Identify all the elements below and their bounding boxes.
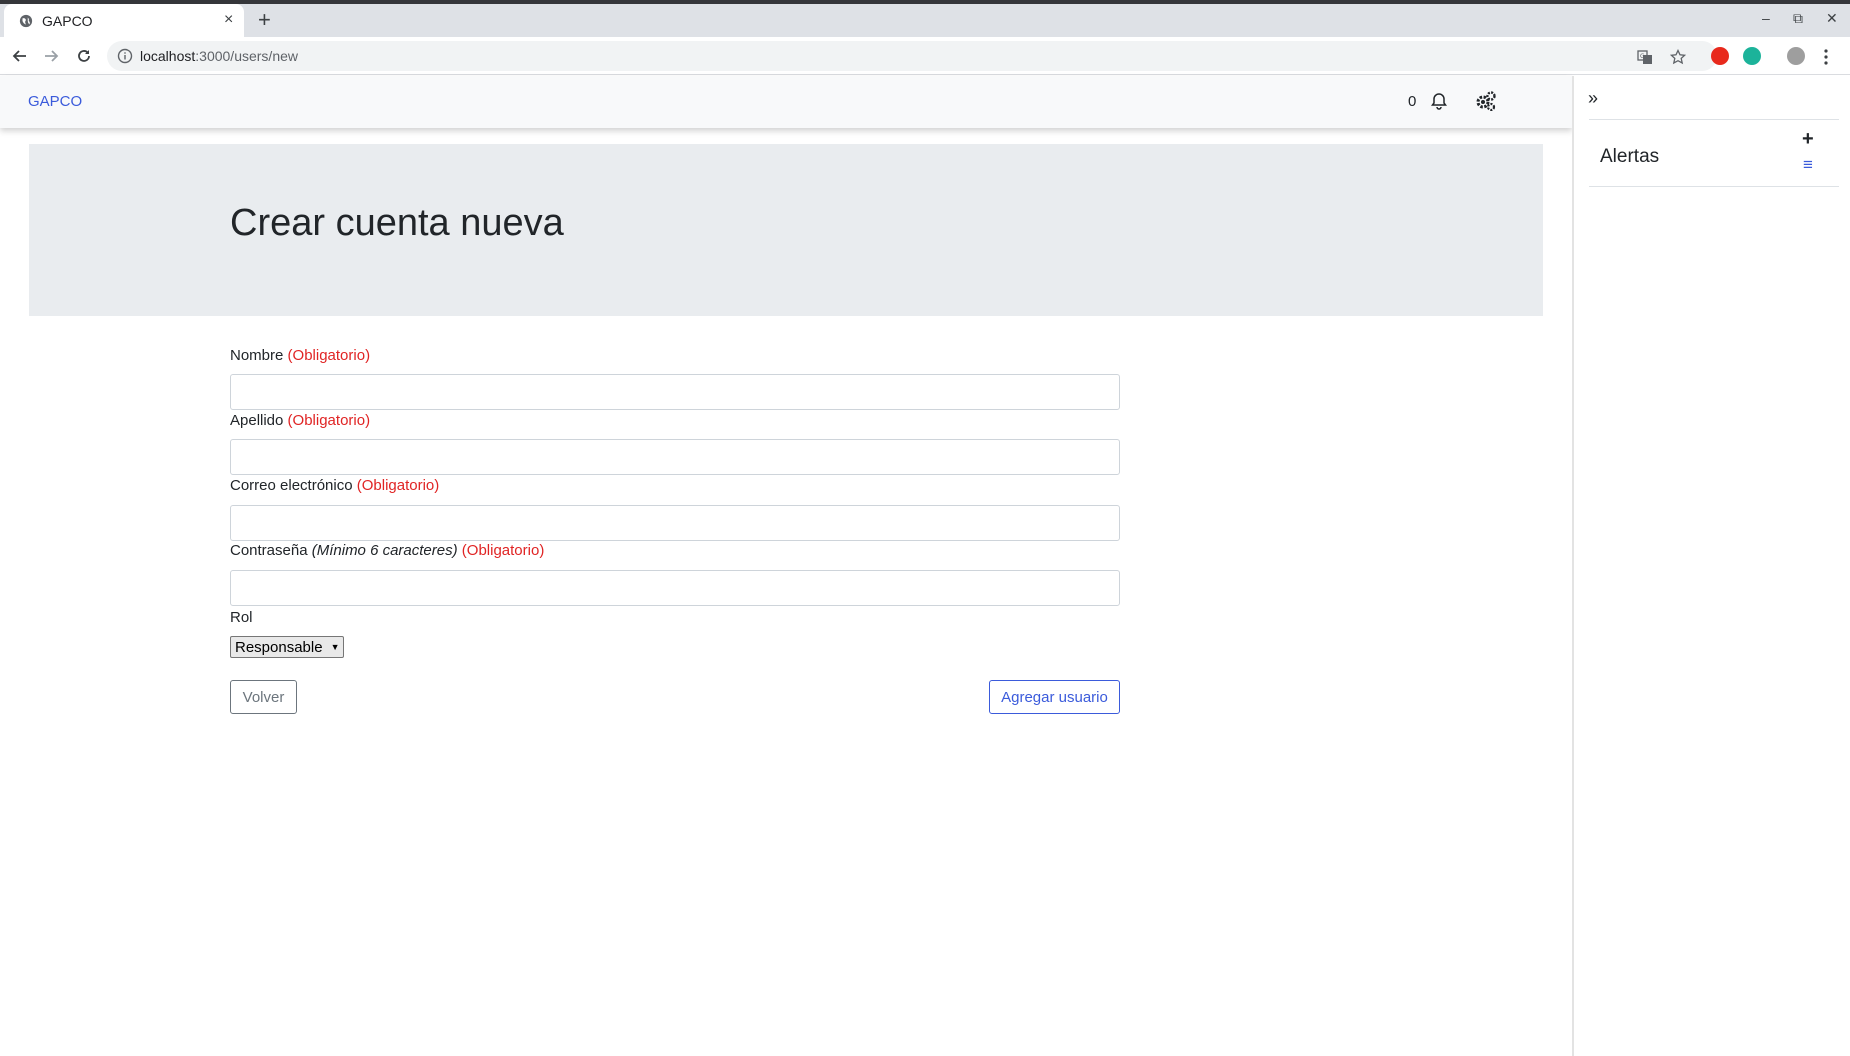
- required-tag: (Obligatorio): [356, 477, 440, 494]
- notification-count: 0: [1408, 93, 1417, 110]
- cogs-icon[interactable]: [1475, 91, 1497, 111]
- back-button[interactable]: [8, 44, 32, 68]
- alerts-sidebar: » Alertas + ≡: [1572, 76, 1850, 1056]
- browser-tab[interactable]: GAPCO ×: [4, 4, 244, 37]
- browser-toolbar: localhost:3000/users/new G: [0, 37, 1850, 75]
- new-tab-button[interactable]: +: [258, 7, 271, 33]
- arrow-left-icon: [12, 50, 26, 62]
- add-user-button[interactable]: Agregar usuario: [989, 680, 1120, 714]
- tab-title: GAPCO: [42, 13, 93, 29]
- tab-strip: GAPCO × + – ⧉ ✕: [0, 4, 1850, 37]
- add-alert-icon[interactable]: +: [1802, 128, 1814, 151]
- password-label: Contraseña (Mínimo 6 caracteres) (Obliga…: [230, 542, 544, 559]
- email-label-text: Correo electrónico: [230, 477, 353, 494]
- page-header: Crear cuenta nueva: [29, 144, 1543, 316]
- globe-icon: [19, 14, 33, 28]
- role-label: Rol: [230, 609, 253, 626]
- required-tag: (Obligatorio): [461, 542, 545, 559]
- restore-icon[interactable]: ⧉: [1793, 10, 1803, 27]
- apellido-label: Apellido (Obligatorio): [230, 412, 370, 429]
- minimize-icon[interactable]: –: [1762, 10, 1770, 26]
- email-label: Correo electrónico (Obligatorio): [230, 477, 439, 494]
- nombre-label-text: Nombre: [230, 347, 284, 364]
- translate-icon[interactable]: G: [1637, 49, 1653, 65]
- nombre-input[interactable]: [230, 374, 1120, 410]
- divider: [1589, 119, 1839, 120]
- url-path: :3000/users/new: [195, 48, 298, 64]
- bell-icon[interactable]: [1430, 92, 1448, 110]
- menu-dots-icon[interactable]: [1823, 49, 1829, 65]
- apellido-label-text: Apellido: [230, 412, 284, 429]
- reload-icon: [78, 50, 90, 62]
- brand-link[interactable]: GAPCO: [28, 93, 82, 110]
- url-text: localhost:3000/users/new: [140, 48, 298, 64]
- tab-close-icon[interactable]: ×: [224, 11, 233, 29]
- back-button[interactable]: Volver: [230, 680, 297, 714]
- divider: [1589, 186, 1839, 187]
- info-icon[interactable]: [117, 48, 133, 64]
- required-tag: (Obligatorio): [287, 412, 371, 429]
- email-input[interactable]: [230, 505, 1120, 541]
- url-host: localhost: [140, 48, 196, 64]
- forward-button[interactable]: [39, 44, 63, 68]
- password-label-text: Contraseña: [230, 542, 308, 559]
- role-selected-value: Responsable: [235, 638, 323, 656]
- svg-text:G: G: [1640, 53, 1645, 60]
- required-tag: (Obligatorio): [287, 347, 371, 364]
- apellido-input[interactable]: [230, 439, 1120, 475]
- close-window-icon[interactable]: ✕: [1826, 10, 1838, 27]
- collapse-icon[interactable]: »: [1588, 88, 1598, 109]
- arrow-right-icon: [45, 50, 59, 62]
- list-alerts-icon[interactable]: ≡: [1803, 155, 1813, 175]
- nombre-label: Nombre (Obligatorio): [230, 347, 370, 364]
- page-title: Crear cuenta nueva: [230, 202, 564, 244]
- address-bar[interactable]: localhost:3000/users/new G: [107, 41, 1717, 71]
- profile-avatar-icon[interactable]: [1787, 47, 1805, 65]
- star-icon[interactable]: [1670, 49, 1686, 65]
- password-hint: (Mínimo 6 caracteres): [311, 542, 458, 559]
- role-select[interactable]: Responsable ▼: [230, 636, 345, 658]
- app-navbar: GAPCO 0: [0, 76, 1572, 128]
- extension-red-icon[interactable]: [1711, 47, 1729, 65]
- password-input[interactable]: [230, 570, 1120, 606]
- sidebar-title: Alertas: [1600, 146, 1660, 167]
- dropdown-arrow-icon: ▼: [330, 642, 340, 652]
- reload-button[interactable]: [72, 44, 96, 68]
- extension-teal-icon[interactable]: [1743, 47, 1761, 65]
